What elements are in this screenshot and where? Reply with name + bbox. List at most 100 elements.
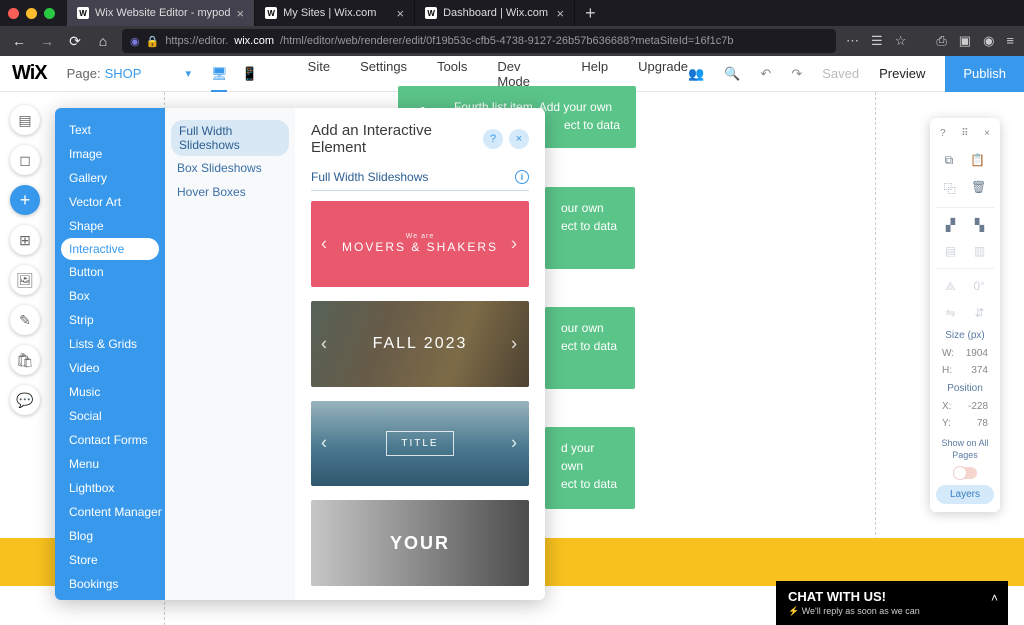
sub-full-width[interactable]: Full Width Slideshows — [171, 120, 289, 156]
cat-bookings[interactable]: Bookings — [55, 572, 165, 596]
background-button[interactable]: ◻ — [10, 145, 40, 175]
menu-devmode[interactable]: Dev Mode — [497, 59, 551, 89]
publish-button[interactable]: Publish — [945, 56, 1024, 92]
drag-handle-icon[interactable]: ⠿ — [961, 128, 968, 139]
preview-button[interactable]: Preview — [879, 66, 925, 81]
pages-button[interactable]: ▤ — [10, 105, 40, 135]
browser-tab[interactable]: W My Sites | Wix.com × — [255, 0, 415, 26]
home-button[interactable]: ⌂ — [94, 33, 112, 49]
cat-music[interactable]: Music — [55, 380, 165, 404]
close-icon[interactable]: × — [397, 6, 405, 21]
media-button[interactable]: 🖼 — [10, 265, 40, 295]
menu-settings[interactable]: Settings — [360, 59, 407, 89]
help-icon[interactable]: ? — [940, 128, 946, 139]
cat-vector[interactable]: Vector Art — [55, 190, 165, 214]
rotate-icon[interactable]: ⟁ — [945, 279, 956, 294]
w-value[interactable]: 1904 — [966, 348, 988, 359]
account-icon[interactable]: ◉ — [983, 33, 994, 49]
x-value[interactable]: -228 — [968, 401, 988, 412]
copy-icon[interactable]: ⧉ — [945, 153, 954, 168]
list-item-box[interactable]: our own ect to data — [545, 307, 635, 389]
menu-site[interactable]: Site — [308, 59, 330, 89]
sub-hover-boxes[interactable]: Hover Boxes — [165, 180, 295, 204]
close-icon[interactable]: × — [984, 128, 990, 139]
cat-members[interactable]: Members — [55, 596, 165, 600]
sub-box-slides[interactable]: Box Slideshows — [165, 156, 295, 180]
cat-contact[interactable]: Contact Forms — [55, 428, 165, 452]
cat-box[interactable]: Box — [55, 284, 165, 308]
arrange-front-icon[interactable]: ▞ — [946, 218, 955, 232]
new-tab-button[interactable]: + — [575, 3, 606, 24]
collab-icon[interactable]: 👥 — [688, 66, 704, 82]
library-icon[interactable]: ⎙ — [936, 33, 946, 49]
menu-tools[interactable]: Tools — [437, 59, 467, 89]
forward-button[interactable]: → — [38, 33, 56, 49]
arrange-back-icon[interactable]: ▚ — [975, 218, 984, 232]
cat-lightbox[interactable]: Lightbox — [55, 476, 165, 500]
cat-shape[interactable]: Shape — [55, 214, 165, 238]
cat-social[interactable]: Social — [55, 404, 165, 428]
undo-icon[interactable]: ↶ — [760, 66, 771, 82]
slideshow-template[interactable]: ‹ We are MOVERS & SHAKERS › — [311, 201, 529, 287]
align-right-icon[interactable]: ▥ — [974, 244, 985, 258]
flip-v-icon[interactable]: ⇵ — [974, 306, 984, 320]
blog-button[interactable]: ✎ — [10, 305, 40, 335]
close-icon[interactable]: × — [557, 6, 565, 21]
mobile-icon[interactable]: 📱 — [241, 66, 257, 82]
duplicate-icon[interactable]: ⿻ — [944, 180, 956, 197]
add-button[interactable]: + — [10, 185, 40, 215]
cat-gallery[interactable]: Gallery — [55, 166, 165, 190]
menu-upgrade[interactable]: Upgrade — [638, 59, 688, 89]
cat-store[interactable]: Store — [55, 548, 165, 572]
store-button[interactable]: 🛍 — [10, 345, 40, 375]
layers-button[interactable]: Layers — [936, 485, 994, 504]
search-icon[interactable]: 🔍 — [724, 66, 740, 82]
redo-icon[interactable]: ↷ — [791, 66, 802, 82]
delete-icon[interactable]: 🗑 — [971, 180, 986, 197]
cat-menu[interactable]: Menu — [55, 452, 165, 476]
slideshow-options[interactable]: ‹ We are MOVERS & SHAKERS › ‹ FALL 2023 … — [311, 201, 529, 586]
slideshow-template[interactable]: ‹ TITLE › — [311, 401, 529, 487]
cat-button[interactable]: Button — [55, 260, 165, 284]
sidebar-icon[interactable]: ▣ — [959, 33, 971, 49]
cat-lists[interactable]: Lists & Grids — [55, 332, 165, 356]
h-value[interactable]: 374 — [971, 365, 988, 376]
ascend-button[interactable]: 💬 — [10, 385, 40, 415]
y-value[interactable]: 78 — [977, 418, 988, 429]
show-all-toggle[interactable] — [953, 467, 977, 479]
cat-video[interactable]: Video — [55, 356, 165, 380]
maximize-window[interactable] — [44, 8, 55, 19]
menu-help[interactable]: Help — [581, 59, 608, 89]
list-item-box[interactable]: our own ect to data — [545, 187, 635, 269]
wix-logo[interactable]: WiX — [12, 62, 47, 85]
back-button[interactable]: ← — [10, 33, 28, 49]
chevron-up-icon[interactable]: ˄ — [991, 591, 998, 605]
align-left-icon[interactable]: ▤ — [945, 244, 956, 258]
cat-blog[interactable]: Blog — [55, 524, 165, 548]
flip-h-icon[interactable]: ⇋ — [945, 306, 955, 320]
chat-widget[interactable]: CHAT WITH US! ⚡ We'll reply as soon as w… — [776, 581, 1008, 625]
reload-button[interactable]: ⟳ — [66, 33, 84, 50]
page-selector[interactable]: Page: SHOP ▾ — [67, 66, 191, 81]
cat-content[interactable]: Content Manager — [55, 500, 165, 524]
bookmark-icon[interactable]: ☆ — [895, 33, 907, 49]
info-icon[interactable]: i — [515, 170, 529, 184]
list-item-box[interactable]: d your own ect to data — [545, 427, 635, 509]
cat-interactive[interactable]: Interactive — [61, 238, 159, 260]
help-button[interactable]: ? — [483, 129, 503, 149]
menu-icon[interactable]: ≡ — [1006, 33, 1014, 49]
more-icon[interactable]: ⋯ — [846, 33, 859, 49]
reader-icon[interactable]: ☰ — [871, 33, 883, 49]
cat-text[interactable]: Text — [55, 118, 165, 142]
browser-tab[interactable]: W Wix Website Editor - mypod × — [67, 0, 255, 26]
close-window[interactable] — [8, 8, 19, 19]
cat-image[interactable]: Image — [55, 142, 165, 166]
url-input[interactable]: ◉ 🔒 https://editor.wix.com/html/editor/w… — [122, 29, 836, 53]
browser-tab[interactable]: W Dashboard | Wix.com × — [415, 0, 575, 26]
desktop-icon[interactable]: 🖥 — [211, 66, 228, 92]
cat-strip[interactable]: Strip — [55, 308, 165, 332]
close-panel-button[interactable]: × — [509, 129, 529, 149]
paste-icon[interactable]: 📋 — [970, 153, 985, 168]
close-icon[interactable]: × — [237, 6, 245, 21]
minimize-window[interactable] — [26, 8, 37, 19]
